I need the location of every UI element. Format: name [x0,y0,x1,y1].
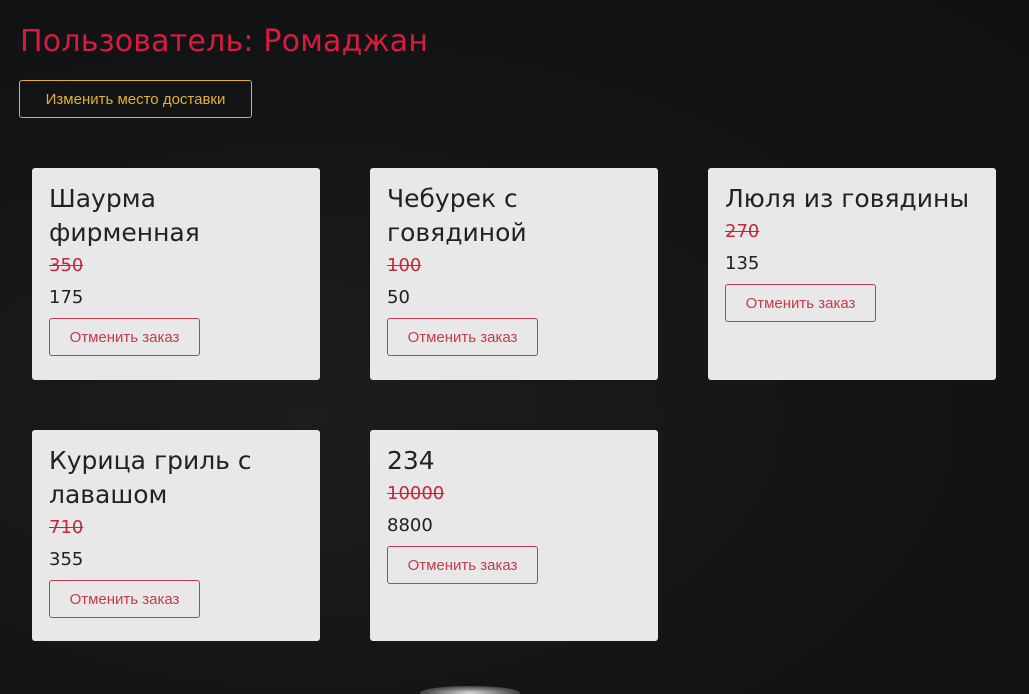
cancel-order-button[interactable]: Отменить заказ [725,284,876,322]
order-old-price: 10000 [387,483,445,504]
order-name: Шаурма фирменная [49,184,200,247]
order-price: 355 [49,549,84,570]
order-price: 175 [49,287,84,308]
order-price: 50 [387,287,410,308]
order-price: 8800 [387,515,433,536]
order-old-price: 100 [387,255,422,276]
order-name: Чебурек с говядиной [387,184,527,247]
order-price: 135 [725,253,760,274]
order-old-price: 350 [49,255,84,276]
background-image-fragment [420,686,520,694]
order-card: Шаурма фирменная 350 175 Отменить заказ [32,168,320,380]
cancel-order-button[interactable]: Отменить заказ [387,318,538,356]
cancel-order-button[interactable]: Отменить заказ [49,318,200,356]
order-name: 234 [387,446,435,475]
order-card: 234 10000 8800 Отменить заказ [370,430,658,641]
order-old-price: 710 [49,517,84,538]
order-card: Чебурек с говядиной 100 50 Отменить зака… [370,168,658,380]
order-card: Курица гриль с лавашом 710 355 Отменить … [32,430,320,641]
cancel-order-button[interactable]: Отменить заказ [49,580,200,618]
order-old-price: 270 [725,221,760,242]
order-card: Люля из говядины 270 135 Отменить заказ [708,168,996,380]
change-address-button[interactable]: Изменить место доставки [19,80,252,118]
order-name: Люля из говядины [725,184,970,213]
cancel-order-button[interactable]: Отменить заказ [387,546,538,584]
page-title: Пользователь: Ромаджан [20,24,429,59]
order-name: Курица гриль с лавашом [49,446,252,509]
